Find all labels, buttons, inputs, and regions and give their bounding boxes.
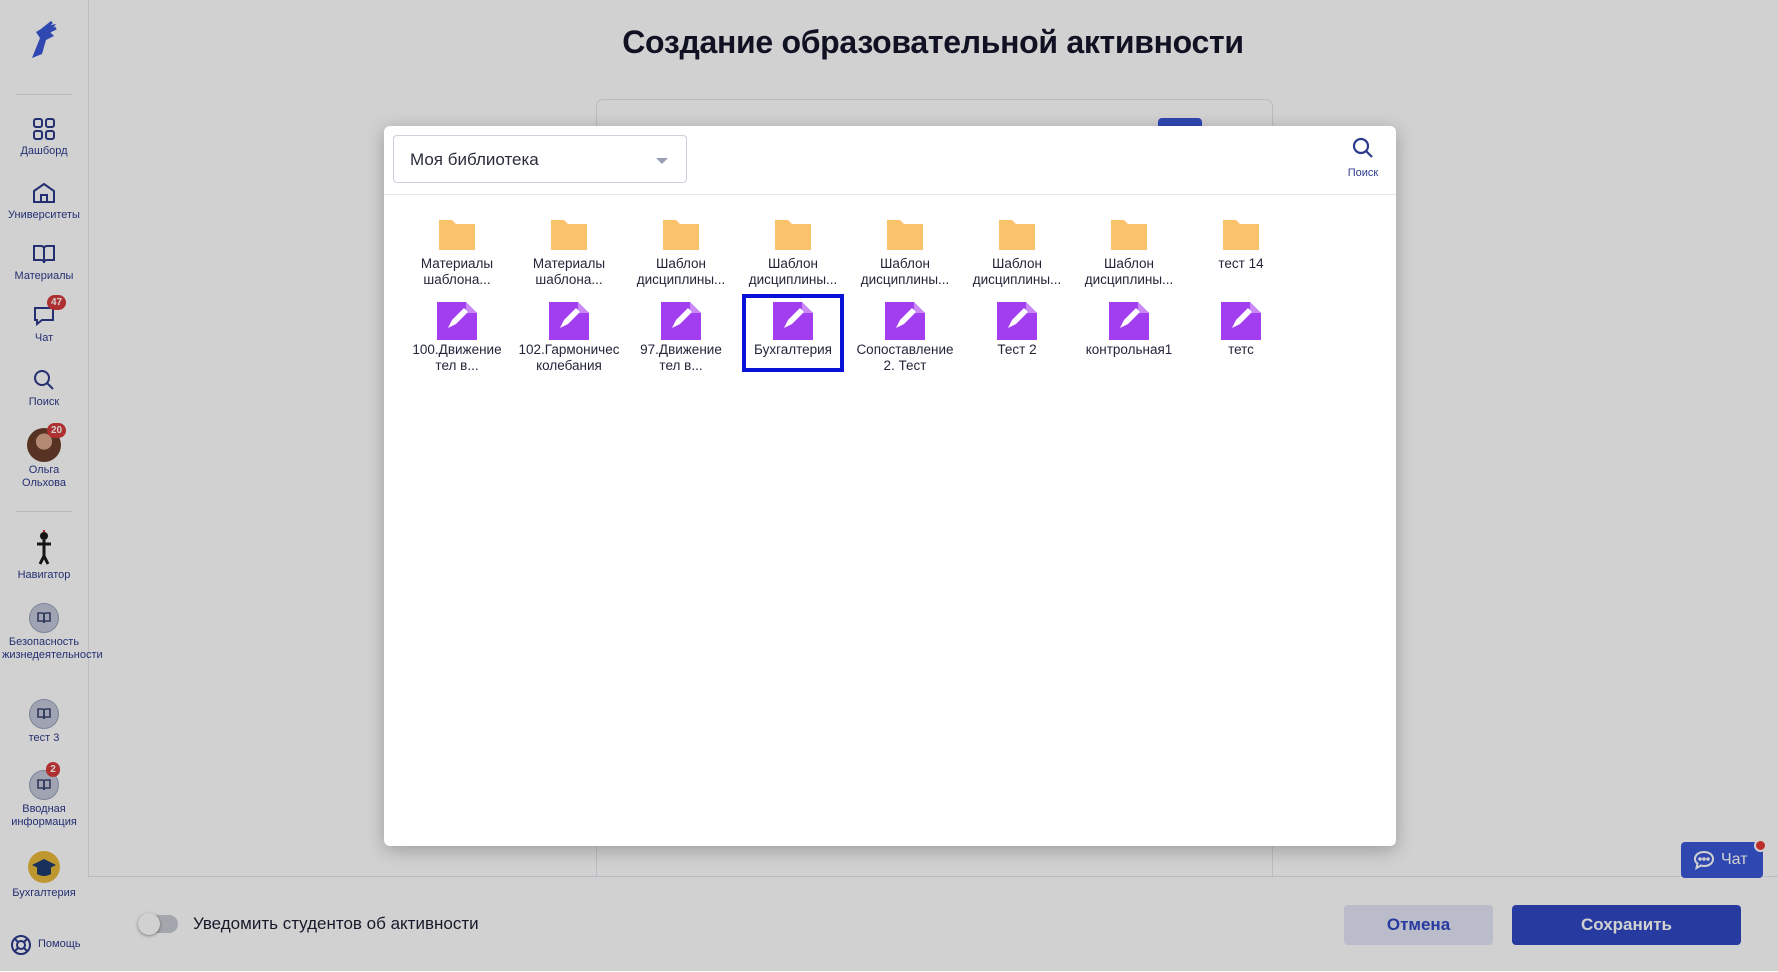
- document-item[interactable]: Сопоставление 2. Тест: [854, 300, 956, 374]
- document-edit-icon: [742, 300, 844, 340]
- folder-name: Шаблон дисциплины...: [748, 256, 838, 287]
- folder-icon: [1078, 214, 1180, 252]
- search-icon: [1351, 137, 1375, 164]
- document-name: Бухгалтерия: [754, 342, 832, 357]
- folder-item[interactable]: Материалы шаблона...: [518, 214, 620, 288]
- library-select[interactable]: Моя библиотека: [393, 135, 687, 183]
- folder-item[interactable]: Шаблон дисциплины...: [1078, 214, 1180, 288]
- folder-name: Материалы шаблона...: [532, 256, 606, 287]
- folder-name: Шаблон дисциплины...: [636, 256, 726, 287]
- folder-name: Шаблон дисциплины...: [1084, 256, 1174, 287]
- search-button[interactable]: Поиск: [1338, 136, 1388, 184]
- folder-name: Шаблон дисциплины...: [860, 256, 950, 287]
- folder-name: Шаблон дисциплины...: [972, 256, 1062, 287]
- document-item[interactable]: тетс: [1190, 300, 1292, 374]
- document-item[interactable]: контрольная1: [1078, 300, 1180, 374]
- folder-icon: [742, 214, 844, 252]
- document-edit-icon: [1190, 300, 1292, 340]
- folder-name: тест 14: [1218, 256, 1264, 271]
- folder-icon: [1190, 214, 1292, 252]
- document-edit-icon: [406, 300, 508, 340]
- document-name: 100.Движение тел в...: [412, 342, 502, 373]
- search-button-label: Поиск: [1347, 167, 1379, 179]
- folder-item[interactable]: Шаблон дисциплины...: [742, 214, 844, 288]
- folder-item[interactable]: Шаблон дисциплины...: [966, 214, 1068, 288]
- document-item[interactable]: Тест 2: [966, 300, 1068, 374]
- folder-icon: [406, 214, 508, 252]
- document-edit-icon: [854, 300, 956, 340]
- document-name: 102.Гармоничес колебания: [518, 342, 620, 373]
- document-edit-icon: [518, 300, 620, 340]
- folder-name: Материалы шаблона...: [420, 256, 494, 287]
- document-item[interactable]: 102.Гармоничес колебания: [518, 300, 620, 374]
- library-select-value: Моя библиотека: [410, 150, 539, 169]
- document-edit-icon: [630, 300, 732, 340]
- document-edit-icon: [966, 300, 1068, 340]
- document-name: 97.Движение тел в...: [640, 342, 722, 373]
- library-picker-modal: Моя библиотека Поиск Материалы шаблона..…: [384, 126, 1396, 846]
- folder-icon: [966, 214, 1068, 252]
- document-edit-icon: [1078, 300, 1180, 340]
- folder-icon: [518, 214, 620, 252]
- folder-item[interactable]: Шаблон дисциплины...: [854, 214, 956, 288]
- chevron-down-icon: [656, 158, 668, 164]
- document-name: Сопоставление 2. Тест: [856, 342, 954, 373]
- modal-header: Моя библиотека Поиск: [384, 126, 1396, 195]
- folder-item[interactable]: Материалы шаблона...: [406, 214, 508, 288]
- folder-icon: [630, 214, 732, 252]
- document-name: контрольная1: [1085, 342, 1173, 357]
- document-item[interactable]: 100.Движение тел в...: [406, 300, 508, 374]
- document-name: Тест 2: [997, 342, 1037, 357]
- folder-item[interactable]: Шаблон дисциплины...: [630, 214, 732, 288]
- document-item-selected[interactable]: Бухгалтерия: [742, 294, 844, 372]
- folder-icon: [854, 214, 956, 252]
- document-item[interactable]: 97.Движение тел в...: [630, 300, 732, 374]
- document-name: тетс: [1228, 342, 1254, 357]
- folder-item[interactable]: тест 14: [1190, 214, 1292, 288]
